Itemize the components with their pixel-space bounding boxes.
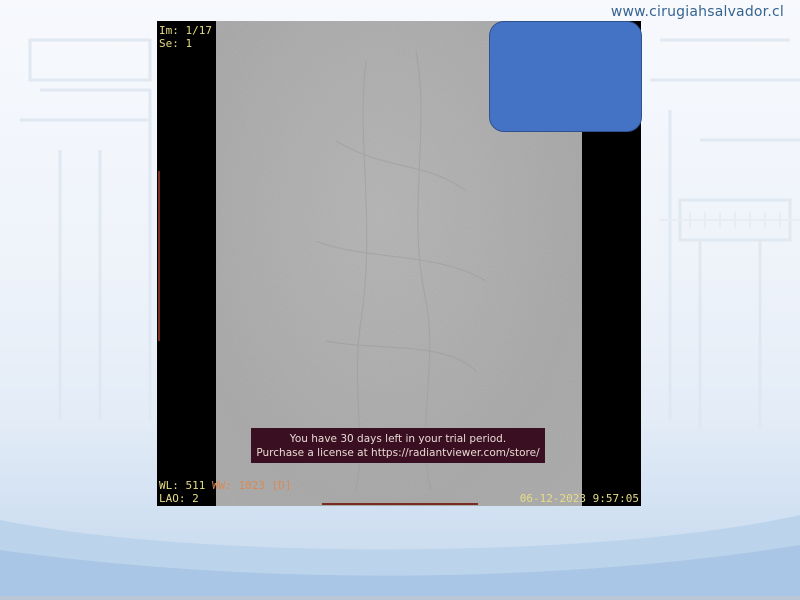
image-index: Im: 1/17 xyxy=(159,24,212,37)
blue-rounded-rectangle xyxy=(489,21,642,132)
trial-notice: You have 30 days left in your trial peri… xyxy=(251,428,545,463)
bottom-wave-band xyxy=(0,515,800,600)
trial-notice-line1: You have 30 days left in your trial peri… xyxy=(289,433,507,445)
acquisition-datetime: 06-12-2023 9:57:05 xyxy=(519,492,639,505)
presentation-slide: www.cirugiahsalvador.cl Im: 1/17 Se: 1 W… xyxy=(0,0,800,600)
window-level: WL: 511 xyxy=(159,479,206,492)
window-width: WW: 1023 [D] xyxy=(211,479,292,492)
lao-angle: LAO: 2 xyxy=(159,492,199,505)
overlay-top-left: Im: 1/17 Se: 1 xyxy=(159,24,212,50)
bottom-ruler-mark xyxy=(322,503,478,505)
overlay-bottom-left: WL: 511 WW: 1023 [D] LAO: 2 xyxy=(159,479,291,505)
bottom-divider xyxy=(0,596,800,600)
left-ruler-mark xyxy=(158,171,160,341)
overlay-bottom-right: 06-12-2023 9:57:05 xyxy=(520,492,639,505)
website-url: www.cirugiahsalvador.cl xyxy=(610,4,784,20)
series-number: Se: 1 xyxy=(159,37,193,50)
trial-notice-line2: Purchase a license at https://radiantvie… xyxy=(256,447,540,459)
